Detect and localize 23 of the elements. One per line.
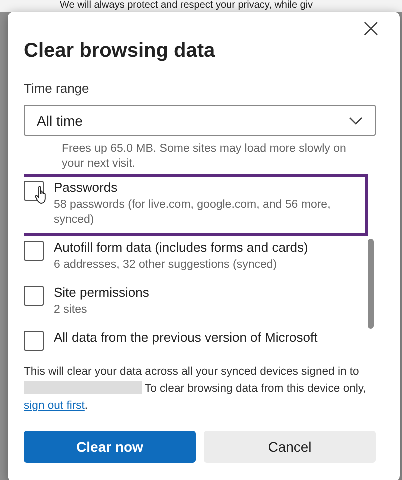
checkbox[interactable]: [24, 286, 44, 306]
scrollbar-thumb[interactable]: [368, 239, 374, 329]
item-title: All data from the previous version of Microsoft: [54, 330, 318, 345]
chevron-down-icon: [349, 116, 363, 124]
item-description: 2 sites: [54, 303, 88, 318]
item-title: Site permissions: [54, 285, 150, 300]
backdrop-text: We will always protect and respect your privacy, while giv: [0, 0, 402, 12]
checkbox[interactable]: [24, 331, 44, 351]
item-title: Autofill form data (includes forms and cards): [54, 240, 308, 255]
close-button[interactable]: ×: [356, 16, 386, 42]
item-description: Frees up 65.0 MB. Some sites may load more slowly on your next visit.: [62, 142, 348, 172]
clear-now-button[interactable]: Clear now: [24, 431, 196, 463]
item-description: 6 addresses, 32 other suggestions (synced): [54, 258, 278, 273]
field-label: Time range: [24, 81, 90, 96]
time-range-dropdown[interactable]: All time: [24, 105, 376, 136]
sync-notice: This will clear your data across all your synced devices signed in to To clear browsing data from this device only, sign out first.: [24, 365, 368, 414]
dialog-title: Clear browsing data: [24, 40, 216, 63]
item-title: Passwords: [54, 180, 119, 195]
checkbox[interactable]: [24, 241, 44, 261]
cancel-button[interactable]: Cancel: [204, 431, 376, 463]
item-description: 58 passwords (for live.com, google.com, and 56 more, synced): [54, 198, 332, 228]
sign-out-link[interactable]: sign out first: [24, 400, 85, 412]
hand-cursor-icon: [35, 186, 49, 204]
